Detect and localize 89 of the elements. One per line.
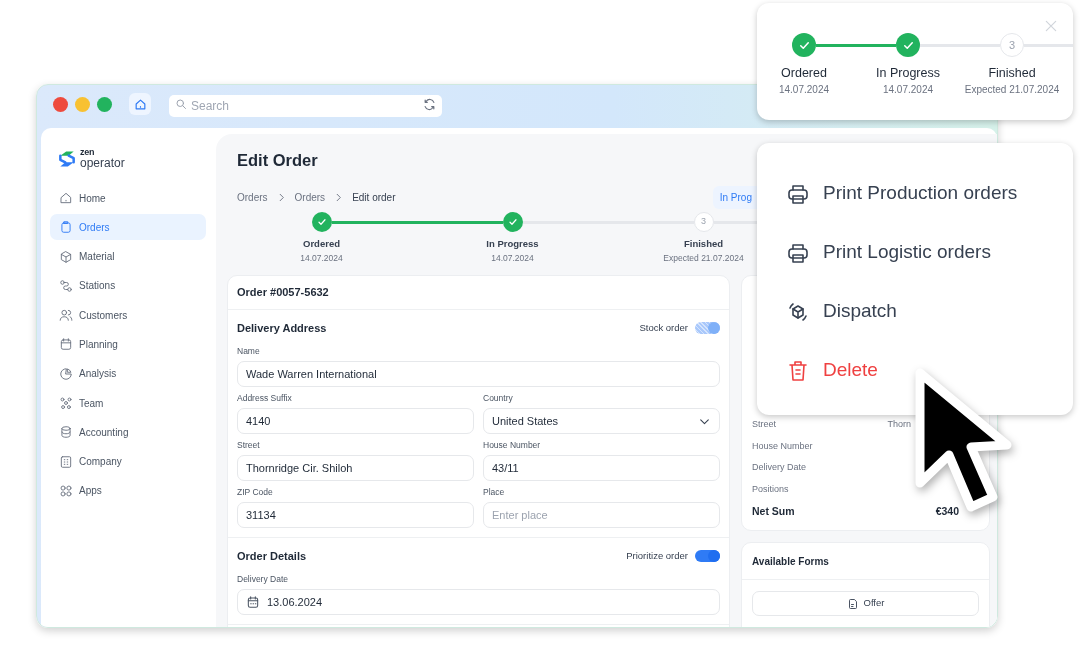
step-date: 14.07.2024 (881, 84, 935, 96)
step-label: In Progress (485, 238, 540, 250)
search-icon (175, 98, 187, 110)
field-label: Address Suffix (237, 392, 293, 404)
home-button[interactable] (129, 93, 151, 115)
database-icon (59, 425, 73, 440)
breadcrumb-link[interactable]: Orders (237, 189, 268, 205)
step-number: 3 (1000, 33, 1024, 57)
window-control-icon[interactable] (53, 96, 68, 112)
pie-chart-icon (59, 366, 73, 381)
house-icon (133, 97, 147, 111)
cube-icon (59, 249, 73, 264)
toggle-label: Prioritize order (626, 548, 688, 563)
sidebar-item[interactable]: Home (50, 185, 206, 211)
step-date: Expected 21.07.2024 (963, 84, 1061, 96)
step-label: Ordered (780, 66, 828, 81)
step-number: 3 (693, 212, 714, 232)
summary-value: €340 (935, 504, 959, 520)
input-field[interactable]: 31134 (237, 502, 474, 528)
logo-brand: zen (80, 148, 96, 157)
step-label: Ordered (302, 238, 341, 250)
card-title: Available Forms (752, 554, 829, 569)
summary-label: Positions (752, 482, 789, 496)
field-label: ZIP Code (237, 486, 274, 498)
nodes-icon (59, 278, 73, 293)
refresh-icon (423, 97, 436, 111)
window-control-icon[interactable] (97, 96, 112, 112)
menu-item[interactable]: Delete (757, 341, 1073, 400)
input-field[interactable]: 4140 (237, 408, 474, 434)
menu-item[interactable]: Print Logistic orders (757, 223, 1073, 282)
sidebar-item[interactable]: Customers (50, 302, 206, 329)
section-title: Delivery Address (237, 320, 327, 336)
step-date: Expected 21.07.2024 (662, 252, 745, 264)
summary-label: Net Sum (752, 504, 795, 520)
building-icon (59, 454, 73, 469)
country-select[interactable]: United States (483, 408, 720, 434)
grid-icon (59, 483, 73, 498)
summary-label: Delivery Date (752, 461, 807, 474)
input-field[interactable]: Enter place (483, 502, 720, 528)
date-field[interactable]: 13.06.2024 (237, 589, 720, 615)
step-label: Finished (682, 238, 725, 250)
field-label: House Number (483, 439, 542, 451)
toggle-label: Stock order (639, 320, 688, 335)
document-icon (846, 597, 859, 610)
summary-value: Thorn (887, 418, 911, 431)
house-icon (59, 191, 73, 205)
sidebar-item[interactable]: Orders (50, 214, 206, 241)
offer-button[interactable]: Offer (752, 591, 979, 616)
calendar-icon (59, 337, 73, 352)
field-label: Name (237, 345, 261, 357)
sidebar-item[interactable]: Company (50, 448, 206, 475)
search-field[interactable]: Search (169, 95, 442, 117)
field-label: Delivery Date (237, 573, 290, 585)
menu-item[interactable]: Dispatch (757, 282, 1073, 341)
section-title: Order Details (237, 548, 307, 564)
field-label: Street (237, 439, 261, 451)
sidebar-item[interactable]: Stations (50, 272, 206, 299)
sidebar-item[interactable]: Material (50, 243, 206, 270)
close-icon (1043, 18, 1059, 34)
people-icon (59, 308, 73, 323)
sidebar-item[interactable]: Apps (50, 477, 206, 504)
sidebar-item[interactable]: Accounting (50, 419, 206, 446)
step-date: 14.07.2024 (490, 252, 535, 264)
breadcrumb-current: Edit order (352, 190, 396, 205)
summary-label: House Number (752, 439, 813, 453)
page-title: Edit Order (237, 150, 318, 171)
sidebar-item[interactable]: Analysis (50, 360, 206, 387)
toggle-switch[interactable] (695, 550, 720, 562)
summary-label: Street (752, 418, 776, 431)
input-field[interactable]: Thornridge Cir. Shiloh (237, 455, 474, 481)
input-field[interactable]: Wade Warren International (237, 361, 720, 387)
sidebar-item[interactable]: Planning (50, 331, 206, 358)
breadcrumb-link[interactable]: Orders (294, 189, 326, 205)
step-label: Finished (987, 66, 1037, 81)
clipboard-icon (59, 220, 73, 235)
field-label: Place (483, 486, 506, 498)
step-date: 14.07.2024 (299, 252, 344, 264)
card-title: Order #0057-5632 (237, 285, 329, 301)
sidebar-item[interactable]: Team (50, 390, 206, 417)
logo-product: operator (80, 157, 125, 169)
trash-icon (786, 358, 810, 383)
team-icon (59, 396, 73, 411)
window-control-icon[interactable] (75, 96, 90, 112)
step-date: 14.07.2024 (777, 84, 831, 96)
close-button[interactable] (1043, 18, 1059, 34)
input-field[interactable]: 43/11 (483, 455, 720, 481)
field-label: Country (483, 392, 514, 404)
step-label: In Progress (875, 66, 941, 81)
calendar-icon (246, 595, 260, 609)
